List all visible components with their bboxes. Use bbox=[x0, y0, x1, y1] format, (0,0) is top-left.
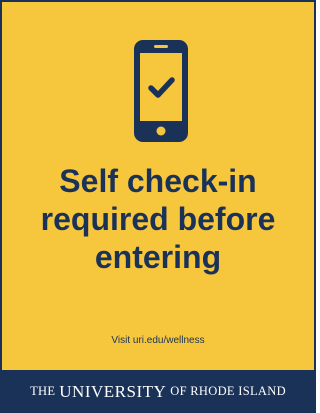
signage: Self check-in required before entering V… bbox=[0, 0, 316, 413]
headline: Self check-in required before entering bbox=[2, 162, 314, 276]
wordmark-suffix: OF RHODE ISLAND bbox=[170, 384, 286, 398]
headline-line-2: required before bbox=[40, 201, 276, 237]
university-wordmark: THE UNIVERSITY OF RHODE ISLAND bbox=[0, 370, 316, 413]
smartphone-checkmark-icon bbox=[134, 40, 188, 142]
wordmark-name: UNIVERSITY bbox=[59, 381, 167, 401]
visit-website-text: Visit uri.edu/wellness bbox=[111, 335, 205, 346]
wordmark-prefix: THE bbox=[30, 384, 56, 398]
yellow-panel: Self check-in required before entering V… bbox=[2, 2, 314, 370]
headline-line-3: entering bbox=[94, 239, 222, 275]
headline-line-1: Self check-in bbox=[59, 163, 257, 199]
